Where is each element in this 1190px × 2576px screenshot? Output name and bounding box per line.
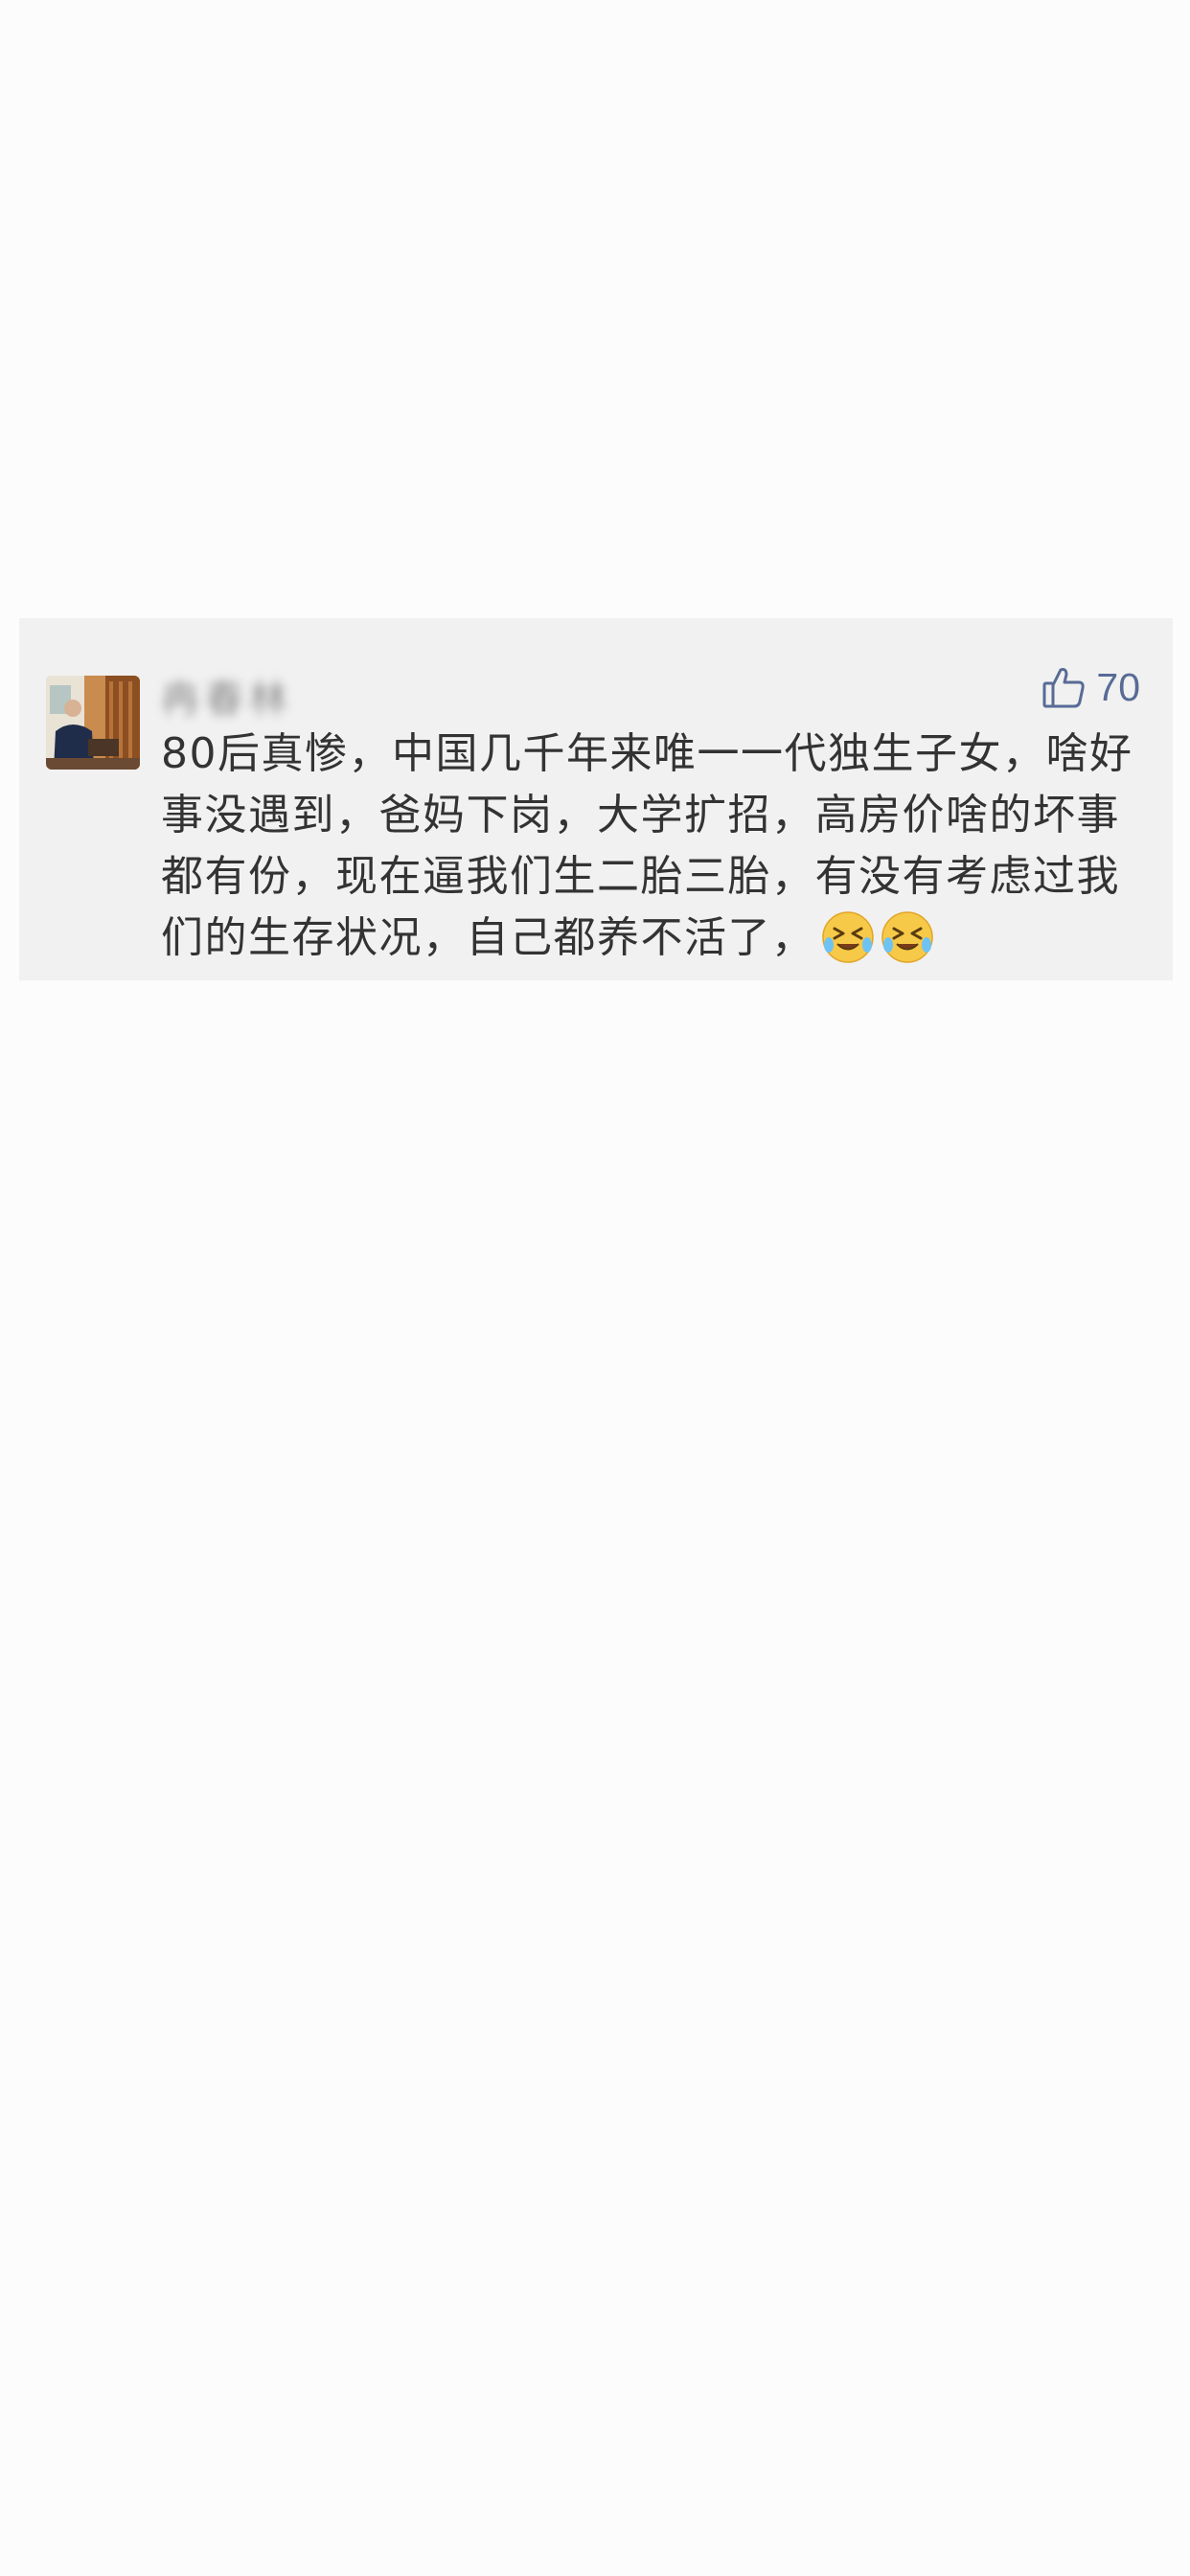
like-count: 70 xyxy=(1096,664,1140,709)
comment-card: 冉春林 70 80后真惨，中国几千年来唯一一代独生子女，啥好事没遇到，爸妈下岗，… xyxy=(19,618,1173,980)
avatar[interactable] xyxy=(46,676,140,770)
comment-text: 80后真惨，中国几千年来唯一一代独生子女，啥好事没遇到，爸妈下岗，大学扩招，高房… xyxy=(161,724,1138,969)
like-button[interactable]: 70 xyxy=(1041,664,1140,710)
thumbs-up-icon xyxy=(1041,664,1087,710)
username[interactable]: 冉春林 xyxy=(161,668,293,724)
comment-body: 80后真惨，中国几千年来唯一一代独生子女，啥好事没遇到，爸妈下岗，大学扩招，高房… xyxy=(161,729,1133,962)
crying-laughing-emoji-icon xyxy=(881,910,934,964)
crying-laughing-emoji-icon xyxy=(821,910,875,964)
